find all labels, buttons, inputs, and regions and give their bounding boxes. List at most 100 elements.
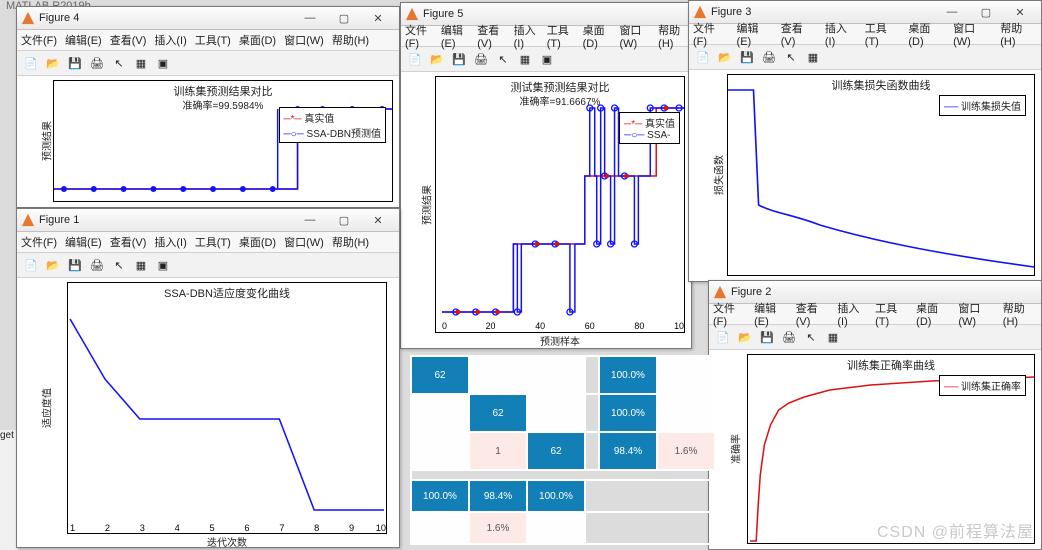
maximize-button[interactable]: ▢ xyxy=(969,2,1003,22)
save-icon[interactable]: 💾 xyxy=(449,49,469,69)
menu-view[interactable]: 查看(V) xyxy=(110,32,147,48)
menu-edit[interactable]: 编辑(E) xyxy=(441,22,469,50)
y-axis-label: 损失函数 xyxy=(711,155,726,195)
toolbar[interactable]: 📄 📂 💾 🖨 ↖ ▦ ▣ xyxy=(401,47,691,72)
menu-help[interactable]: 帮助(H) xyxy=(1003,300,1037,328)
menu-insert[interactable]: 插入(I) xyxy=(154,32,186,48)
menu-insert[interactable]: 插入(I) xyxy=(837,300,867,328)
menu-edit[interactable]: 编辑(E) xyxy=(65,32,102,48)
menu-window[interactable]: 窗口(W) xyxy=(958,300,994,328)
menu-file[interactable]: 文件(F) xyxy=(21,234,57,250)
legend: ── 训练集正确率 xyxy=(939,375,1026,396)
open-icon[interactable]: 📂 xyxy=(715,47,735,67)
layout2-icon[interactable]: ▣ xyxy=(153,255,173,275)
layout-icon[interactable]: ▦ xyxy=(131,255,151,275)
cursor-icon[interactable]: ↖ xyxy=(801,327,821,347)
open-icon[interactable]: 📂 xyxy=(427,49,447,69)
menu-help[interactable]: 帮助(H) xyxy=(1000,20,1037,48)
menubar[interactable]: 文件(F) 编辑(E) 查看(V) 插入(I) 工具(T) 桌面(D) 窗口(W… xyxy=(689,24,1041,45)
close-button[interactable]: ✕ xyxy=(361,210,395,230)
menu-desktop[interactable]: 桌面(D) xyxy=(916,300,950,328)
menu-window[interactable]: 窗口(W) xyxy=(284,234,324,250)
menubar[interactable]: 文件(F) 编辑(E) 查看(V) 插入(I) 工具(T) 桌面(D) 窗口(W… xyxy=(709,304,1041,325)
cursor-icon[interactable]: ↖ xyxy=(781,47,801,67)
menubar[interactable]: 文件(F) 编辑(E) 查看(V) 插入(I) 工具(T) 桌面(D) 窗口(W… xyxy=(17,30,399,51)
menu-view[interactable]: 查看(V) xyxy=(781,20,817,48)
save-icon[interactable]: 💾 xyxy=(65,53,85,73)
menu-window[interactable]: 窗口(W) xyxy=(284,32,324,48)
y-axis-label: 准确率 xyxy=(728,434,743,464)
menu-tools[interactable]: 工具(T) xyxy=(547,22,575,50)
menu-file[interactable]: 文件(F) xyxy=(693,20,729,48)
menu-desktop[interactable]: 桌面(D) xyxy=(908,20,945,48)
window-figure-1[interactable]: Figure 1 — ▢ ✕ 文件(F) 编辑(E) 查看(V) 插入(I) 工… xyxy=(16,208,400,548)
print-icon[interactable]: 🖨 xyxy=(759,47,779,67)
cursor-icon[interactable]: ↖ xyxy=(109,255,129,275)
toolbar[interactable]: 📄 📂 💾 🖨 ↖ ▦ ▣ xyxy=(17,253,399,278)
layout-icon[interactable]: ▦ xyxy=(803,47,823,67)
save-icon[interactable]: 💾 xyxy=(65,255,85,275)
menu-insert[interactable]: 插入(I) xyxy=(154,234,186,250)
menubar[interactable]: 文件(F) 编辑(E) 查看(V) 插入(I) 工具(T) 桌面(D) 窗口(W… xyxy=(17,232,399,253)
menu-tools[interactable]: 工具(T) xyxy=(195,234,231,250)
menu-window[interactable]: 窗口(W) xyxy=(619,22,650,50)
menu-insert[interactable]: 插入(I) xyxy=(514,22,539,50)
open-icon[interactable]: 📂 xyxy=(735,327,755,347)
menu-desktop[interactable]: 桌面(D) xyxy=(239,234,276,250)
menu-file[interactable]: 文件(F) xyxy=(713,300,746,328)
menu-insert[interactable]: 插入(I) xyxy=(825,20,857,48)
minimize-button[interactable]: — xyxy=(935,2,969,22)
window-figure-5[interactable]: Figure 5 文件(F) 编辑(E) 查看(V) 插入(I) 工具(T) 桌… xyxy=(400,2,692,349)
cursor-icon[interactable]: ↖ xyxy=(493,49,513,69)
menu-edit[interactable]: 编辑(E) xyxy=(754,300,788,328)
print-icon[interactable]: 🖨 xyxy=(87,53,107,73)
window-figure-2[interactable]: Figure 2 文件(F) 编辑(E) 查看(V) 插入(I) 工具(T) 桌… xyxy=(708,280,1042,550)
menu-desktop[interactable]: 桌面(D) xyxy=(583,22,612,50)
menu-view[interactable]: 查看(V) xyxy=(796,300,830,328)
save-icon[interactable]: 💾 xyxy=(737,47,757,67)
layout-icon[interactable]: ▦ xyxy=(131,53,151,73)
menu-tools[interactable]: 工具(T) xyxy=(875,300,908,328)
menu-help[interactable]: 帮助(H) xyxy=(332,234,369,250)
window-figure-3[interactable]: Figure 3 — ▢ ✕ 文件(F) 编辑(E) 查看(V) 插入(I) 工… xyxy=(688,0,1042,282)
window-figure-4[interactable]: Figure 4 — ▢ ✕ 文件(F) 编辑(E) 查看(V) 插入(I) 工… xyxy=(16,6,400,208)
cursor-icon[interactable]: ↖ xyxy=(109,53,129,73)
toolbar[interactable]: 📄 📂 💾 🖨 ↖ ▦ ▣ xyxy=(17,51,399,76)
new-icon[interactable]: 📄 xyxy=(693,47,713,67)
new-icon[interactable]: 📄 xyxy=(21,53,41,73)
menu-window[interactable]: 窗口(W) xyxy=(953,20,992,48)
open-icon[interactable]: 📂 xyxy=(43,255,63,275)
close-button[interactable]: ✕ xyxy=(1003,2,1037,22)
menu-tools[interactable]: 工具(T) xyxy=(865,20,901,48)
menu-desktop[interactable]: 桌面(D) xyxy=(239,32,276,48)
menu-help[interactable]: 帮助(H) xyxy=(658,22,687,50)
layout-icon[interactable]: ▦ xyxy=(515,49,535,69)
menu-view[interactable]: 查看(V) xyxy=(477,22,505,50)
menu-view[interactable]: 查看(V) xyxy=(110,234,147,250)
menu-file[interactable]: 文件(F) xyxy=(21,32,57,48)
maximize-button[interactable]: ▢ xyxy=(327,8,361,28)
menu-file[interactable]: 文件(F) xyxy=(405,22,433,50)
close-button[interactable]: ✕ xyxy=(361,8,395,28)
new-icon[interactable]: 📄 xyxy=(713,327,733,347)
minimize-button[interactable]: — xyxy=(293,210,327,230)
maximize-button[interactable]: ▢ xyxy=(327,210,361,230)
print-icon[interactable]: 🖨 xyxy=(471,49,491,69)
save-icon[interactable]: 💾 xyxy=(757,327,777,347)
menu-edit[interactable]: 编辑(E) xyxy=(737,20,773,48)
menu-edit[interactable]: 编辑(E) xyxy=(65,234,102,250)
minimize-button[interactable]: — xyxy=(293,8,327,28)
menu-help[interactable]: 帮助(H) xyxy=(332,32,369,48)
layout2-icon[interactable]: ▣ xyxy=(153,53,173,73)
print-icon[interactable]: 🖨 xyxy=(87,255,107,275)
menubar[interactable]: 文件(F) 编辑(E) 查看(V) 插入(I) 工具(T) 桌面(D) 窗口(W… xyxy=(401,26,691,47)
layout-icon[interactable]: ▦ xyxy=(823,327,843,347)
toolbar[interactable]: 📄 📂 💾 🖨 ↖ ▦ xyxy=(709,325,1041,350)
layout2-icon[interactable]: ▣ xyxy=(537,49,557,69)
toolbar[interactable]: 📄 📂 💾 🖨 ↖ ▦ xyxy=(689,45,1041,70)
print-icon[interactable]: 🖨 xyxy=(779,327,799,347)
menu-tools[interactable]: 工具(T) xyxy=(195,32,231,48)
new-icon[interactable]: 📄 xyxy=(21,255,41,275)
open-icon[interactable]: 📂 xyxy=(43,53,63,73)
new-icon[interactable]: 📄 xyxy=(405,49,425,69)
